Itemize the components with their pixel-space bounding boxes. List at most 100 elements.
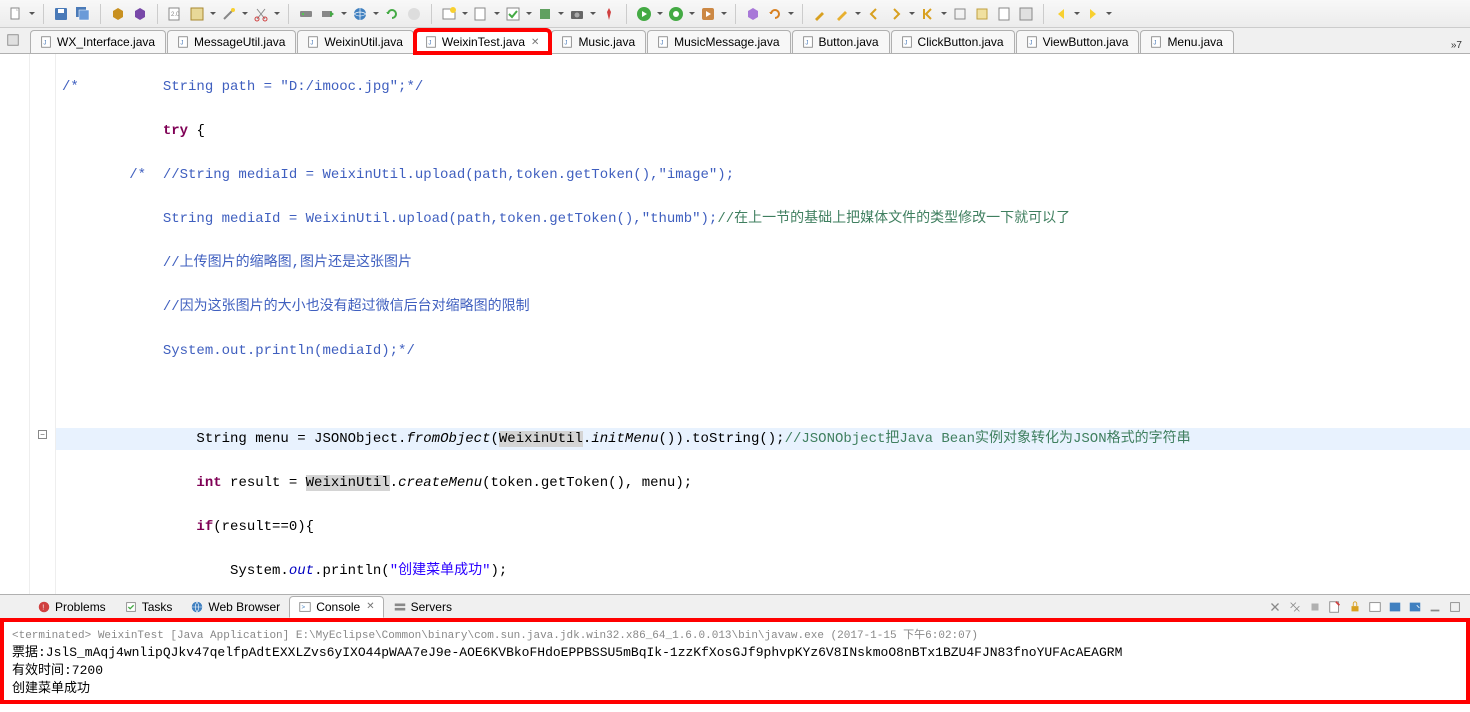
save-all-button[interactable] xyxy=(73,4,93,24)
tab-weixinutil-java[interactable]: JWeixinUtil.java xyxy=(297,30,413,53)
terminate-icon[interactable] xyxy=(1306,598,1324,616)
maximize-icon[interactable] xyxy=(1446,598,1464,616)
code-editor[interactable]: /* String path = "D:/imooc.jpg";*/ try {… xyxy=(56,54,1470,594)
new-dropdown[interactable] xyxy=(28,6,36,22)
camera-button[interactable] xyxy=(567,4,587,24)
bottom-tab-problems[interactable]: !Problems xyxy=(28,596,115,618)
task-dropdown[interactable] xyxy=(525,6,533,22)
svg-text:J: J xyxy=(180,40,183,47)
close-icon[interactable]: ✕ xyxy=(366,601,374,612)
save-button[interactable] xyxy=(51,4,71,24)
bottom-tab-console[interactable]: >Console✕ xyxy=(289,596,383,618)
code-text: String mediaId = WeixinUtil.upload(path,… xyxy=(62,211,717,227)
bookmark-button[interactable] xyxy=(972,4,992,24)
config-button[interactable] xyxy=(187,4,207,24)
tab-label: Music.java xyxy=(578,35,635,49)
nav-forward-dropdown[interactable] xyxy=(1105,6,1113,22)
wizard-button[interactable] xyxy=(439,4,459,24)
clear-console-icon[interactable] xyxy=(1326,598,1344,616)
bottom-tab-web-browser[interactable]: Web Browser xyxy=(181,596,289,618)
pencil-button[interactable] xyxy=(832,4,852,24)
debug-dropdown[interactable] xyxy=(688,6,696,22)
wand-button[interactable] xyxy=(219,4,239,24)
tab-menu-java[interactable]: JMenu.java xyxy=(1140,30,1233,53)
box-button[interactable] xyxy=(743,4,763,24)
camera-dropdown[interactable] xyxy=(589,6,597,22)
forward-dropdown[interactable] xyxy=(908,6,916,22)
tab-label: ViewButton.java xyxy=(1043,35,1129,49)
window-button[interactable] xyxy=(1016,4,1036,24)
wand-dropdown[interactable] xyxy=(241,6,249,22)
fold-marker[interactable]: − xyxy=(38,430,47,439)
tab-viewbutton-java[interactable]: JViewButton.java xyxy=(1016,30,1140,53)
console-output[interactable]: <terminated> WeixinTest [Java Applicatio… xyxy=(0,618,1470,704)
cycle-button[interactable] xyxy=(765,4,785,24)
nav-back-button[interactable] xyxy=(1051,4,1071,24)
nav-back-dropdown[interactable] xyxy=(1073,6,1081,22)
studio-dropdown[interactable] xyxy=(557,6,565,22)
server-dropdown[interactable] xyxy=(340,6,348,22)
pin-console-icon[interactable] xyxy=(1366,598,1384,616)
pin-button[interactable] xyxy=(599,4,619,24)
doc-button[interactable] xyxy=(994,4,1014,24)
globe-dropdown[interactable] xyxy=(372,6,380,22)
code-text: ()).toString(); xyxy=(659,431,785,447)
run-button[interactable] xyxy=(634,4,654,24)
tab-music-java[interactable]: JMusic.java xyxy=(551,30,646,53)
nav-forward-button[interactable] xyxy=(1083,4,1103,24)
tab-wx_interface-java[interactable]: JWX_Interface.java xyxy=(30,30,166,53)
studio-button[interactable] xyxy=(535,4,555,24)
wizard-dropdown[interactable] xyxy=(461,6,469,22)
tab-messageutil-java[interactable]: J MessageUtil.java xyxy=(167,30,296,53)
bottom-tab-tasks[interactable]: Tasks xyxy=(115,596,182,618)
external-button[interactable] xyxy=(698,4,718,24)
first-button[interactable] xyxy=(918,4,938,24)
tab-label: MessageUtil.java xyxy=(194,35,285,49)
forward-button[interactable] xyxy=(886,4,906,24)
scroll-lock-icon[interactable] xyxy=(1346,598,1364,616)
pencil-dropdown[interactable] xyxy=(854,6,862,22)
back-button[interactable] xyxy=(864,4,884,24)
tab-weixintest-java[interactable]: JWeixinTest.java✕ xyxy=(415,30,551,53)
server-go-button[interactable] xyxy=(318,4,338,24)
config-dropdown[interactable] xyxy=(209,6,217,22)
external-dropdown[interactable] xyxy=(720,6,728,22)
server-button[interactable] xyxy=(296,4,316,24)
tab-overflow-button[interactable]: »7 xyxy=(1443,38,1470,53)
cut-dropdown[interactable] xyxy=(273,6,281,22)
close-icon[interactable]: ✕ xyxy=(531,37,539,48)
stop-button[interactable] xyxy=(404,4,424,24)
edit-button[interactable]: 2.0 xyxy=(165,4,185,24)
code-text: /* //String mediaId = WeixinUtil.upload(… xyxy=(62,167,734,183)
globe-button[interactable] xyxy=(350,4,370,24)
task-button[interactable] xyxy=(503,4,523,24)
minimize-icon[interactable] xyxy=(1426,598,1444,616)
refresh-button[interactable] xyxy=(382,4,402,24)
first-dropdown[interactable] xyxy=(940,6,948,22)
tab-label: Button.java xyxy=(819,35,879,49)
view-menu-icon[interactable] xyxy=(6,33,20,50)
package-button[interactable] xyxy=(108,4,128,24)
editor-tabs: JWX_Interface.javaJMessageUtil.javaJWeix… xyxy=(0,28,1470,54)
new-button[interactable] xyxy=(6,4,26,24)
run-dropdown[interactable] xyxy=(656,6,664,22)
debug-button[interactable] xyxy=(666,4,686,24)
deploy-button[interactable] xyxy=(130,4,150,24)
cycle-dropdown[interactable] xyxy=(787,6,795,22)
find-dropdown[interactable] xyxy=(493,6,501,22)
cut-button[interactable] xyxy=(251,4,271,24)
svg-text:J: J xyxy=(661,40,664,47)
find-button[interactable] xyxy=(471,4,491,24)
open-console-icon[interactable] xyxy=(1406,598,1424,616)
brush-button[interactable] xyxy=(810,4,830,24)
remove-all-icon[interactable] xyxy=(1286,598,1304,616)
toggle-button[interactable] xyxy=(950,4,970,24)
bottom-tab-servers[interactable]: Servers xyxy=(384,596,461,618)
tab-button-java[interactable]: JButton.java xyxy=(792,30,890,53)
svg-text:2.0: 2.0 xyxy=(171,12,180,18)
tab-musicmessage-java[interactable]: JMusicMessage.java xyxy=(647,30,790,53)
tab-clickbutton-java[interactable]: JClickButton.java xyxy=(891,30,1015,53)
remove-launch-icon[interactable] xyxy=(1266,598,1284,616)
display-console-icon[interactable] xyxy=(1386,598,1404,616)
tab-label: WX_Interface.java xyxy=(57,35,155,49)
